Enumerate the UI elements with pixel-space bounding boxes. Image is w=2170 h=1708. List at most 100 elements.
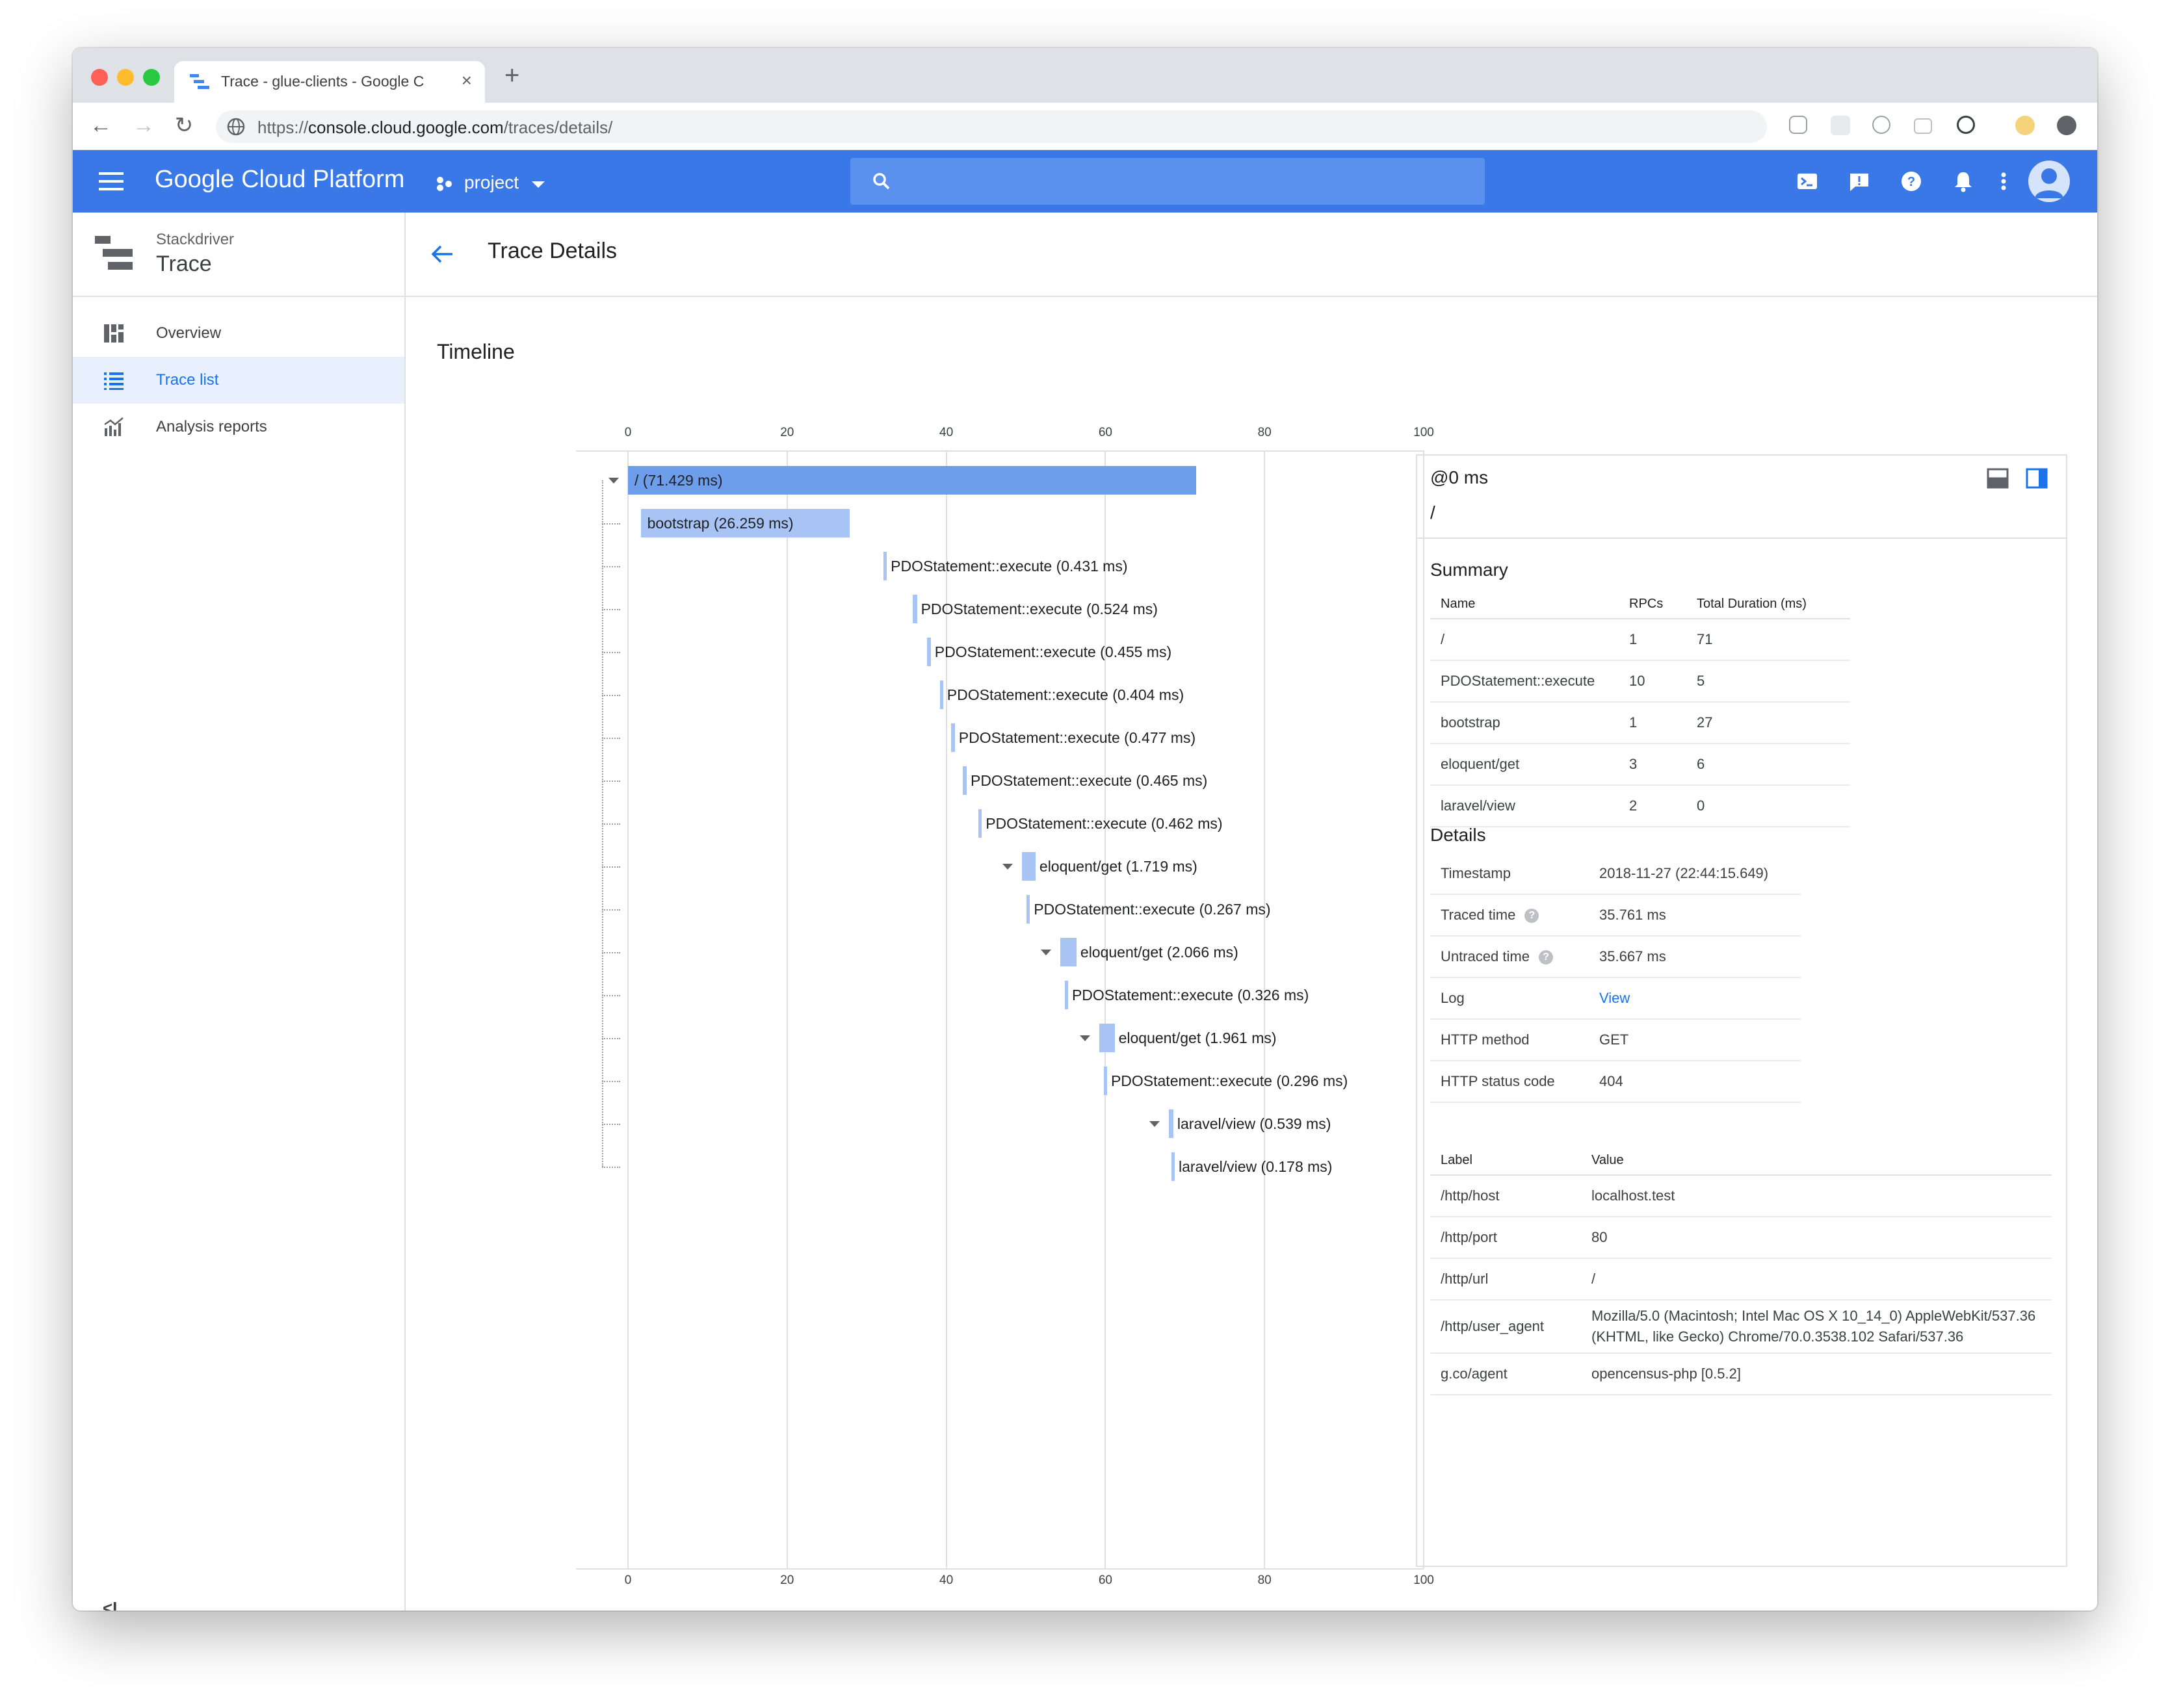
label-value: 80 [1581,1217,2052,1259]
span-label[interactable]: PDOStatement::execute (0.296 ms) [1111,1067,1348,1095]
expand-caret-icon[interactable] [1079,1035,1090,1041]
span-label[interactable]: laravel/view (0.178 ms) [1179,1152,1332,1181]
browser-tab[interactable]: Trace - glue-clients - Google C × [174,61,485,103]
extension-info-icon[interactable] [1957,116,1975,134]
span-label[interactable]: PDOStatement::execute (0.462 ms) [986,809,1222,838]
column-header[interactable]: RPCs [1619,589,1686,619]
top-axis-line [576,450,1424,452]
url-scheme: https:// [257,118,309,137]
span-bar[interactable] [1021,852,1036,881]
table-row[interactable]: laravel/view 2 0 [1430,785,1850,827]
span-label[interactable]: PDOStatement::execute (0.524 ms) [921,595,1158,623]
span-bar[interactable] [883,552,887,580]
span-label[interactable]: bootstrap (26.259 ms) [647,509,794,537]
span-label[interactable]: PDOStatement::execute (0.455 ms) [935,638,1171,666]
menu-icon[interactable] [99,172,124,190]
column-header: Value [1581,1146,2052,1176]
tree-branch [602,866,620,868]
expand-caret-icon[interactable] [608,478,619,484]
sidebar-item-trace-list[interactable]: Trace list [73,357,404,404]
gcp-logo[interactable]: Google Cloud Platform [155,166,404,194]
layout-side-icon[interactable] [2026,467,2048,489]
span-label[interactable]: PDOStatement::execute (0.477 ms) [959,723,1196,752]
help-icon[interactable]: ? [1900,170,1923,193]
span-bar[interactable] [1169,1109,1173,1138]
expand-caret-icon[interactable] [1149,1121,1160,1127]
span-bar[interactable] [1171,1152,1175,1181]
close-window-button[interactable] [91,69,108,86]
span-label[interactable]: PDOStatement::execute (0.267 ms) [1034,895,1270,924]
span-label[interactable]: eloquent/get (2.066 ms) [1080,938,1238,966]
span-label[interactable]: / (71.429 ms) [634,466,723,495]
feedback-icon[interactable] [1848,170,1871,193]
address-bar[interactable]: https://console.cloud.google.com/traces/… [216,110,1767,143]
minimize-window-button[interactable] [117,69,134,86]
view-log-link[interactable]: View [1599,990,1630,1006]
table-row[interactable]: /1 71 [1430,619,1850,661]
maximize-window-button[interactable] [143,69,160,86]
layout-stacked-icon[interactable] [1987,467,2009,489]
detail-label: Untraced time [1441,948,1530,964]
table-row[interactable]: eloquent/get 3 6 [1430,744,1850,786]
expand-caret-icon[interactable] [1002,864,1013,870]
span-label[interactable]: laravel/view (0.539 ms) [1177,1109,1331,1138]
extension-upload-icon[interactable] [2057,116,2076,135]
table-cell: 0 [1686,785,1850,827]
span-bar[interactable] [950,723,955,752]
table-header-row: Name RPCs Total Duration (ms) [1430,589,1850,619]
table-cell: bootstrap [1430,702,1619,744]
sidebar-item-analysis-reports[interactable]: Analysis reports [73,404,404,450]
close-tab-icon[interactable]: × [462,70,472,91]
help-icon[interactable]: ? [1524,909,1539,924]
span-label[interactable]: PDOStatement::execute (0.404 ms) [947,680,1184,709]
forward-button[interactable]: → [130,112,157,139]
reload-button[interactable]: ↻ [170,112,198,139]
span-bar[interactable] [913,595,917,623]
extension-json-icon[interactable] [1789,116,1807,134]
details-title: Details [1430,825,1486,845]
span-bar[interactable] [963,766,967,795]
extension-card-icon[interactable] [1914,118,1932,134]
span-label[interactable]: eloquent/get (1.719 ms) [1039,852,1197,881]
new-tab-button[interactable]: + [504,62,519,88]
collapse-sidebar-button[interactable]: <I [103,1598,117,1611]
table-row[interactable]: PDOStatement::execute 10 5 [1430,660,1850,703]
back-button[interactable]: ← [87,112,114,139]
more-vert-icon[interactable] [1997,170,2010,193]
extension-a-icon[interactable] [1872,116,1890,134]
span-label[interactable]: PDOStatement::execute (0.326 ms) [1072,981,1309,1009]
column-header[interactable]: Name [1430,589,1619,619]
search-input[interactable] [850,158,1485,205]
span-bar[interactable] [978,809,982,838]
span-bar[interactable] [1064,981,1068,1009]
span-bar[interactable] [1026,895,1030,924]
detail-value: 35.667 ms [1589,936,1801,978]
span-bar[interactable] [1060,938,1077,966]
sidebar-item-overview[interactable]: Overview [73,310,404,357]
table-row[interactable]: bootstrap 1 27 [1430,702,1850,744]
bottom-axis-tick-label: 40 [939,1573,954,1587]
notifications-icon[interactable] [1952,170,1975,193]
span-bar[interactable] [1099,1024,1115,1052]
span-label[interactable]: PDOStatement::execute (0.465 ms) [971,766,1207,795]
label-value: / [1581,1258,2052,1300]
help-icon[interactable]: ? [1538,950,1553,965]
extension-grid-icon[interactable] [1831,116,1850,135]
span-bar[interactable] [927,638,931,666]
cloud-shell-icon[interactable] [1796,170,1819,193]
expand-caret-icon[interactable] [1040,950,1051,955]
span-bar[interactable] [939,680,943,709]
table-row: Log View [1430,977,1801,1020]
url-text: https://console.cloud.google.com/traces/… [257,118,612,138]
table-row: Traced time? 35.761 ms [1430,894,1801,937]
span-label[interactable]: PDOStatement::execute (0.431 ms) [891,552,1127,580]
account-avatar[interactable] [2028,161,2070,202]
span-label[interactable]: eloquent/get (1.961 ms) [1119,1024,1277,1052]
tree-branch [602,1038,620,1039]
label-value: Mozilla/5.0 (Macintosh; Intel Mac OS X 1… [1581,1300,2052,1354]
span-bar[interactable] [1103,1067,1107,1095]
table-cell: / [1430,619,1619,661]
extension-paint-icon[interactable] [2015,116,2035,135]
table-cell: eloquent/get [1430,744,1619,786]
column-header[interactable]: Total Duration (ms) [1686,589,1850,619]
